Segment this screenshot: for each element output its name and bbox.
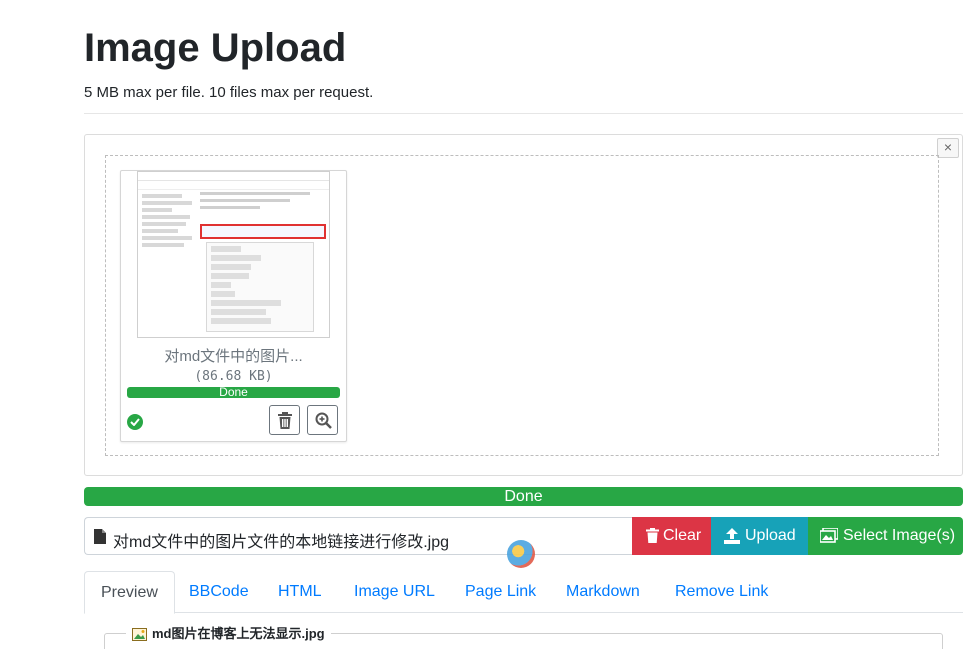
tab-markdown[interactable]: Markdown bbox=[550, 571, 656, 613]
upload-panel: × 对md文件中的图片... (86.68 KB) Done bbox=[84, 134, 963, 476]
clear-button[interactable]: Clear bbox=[632, 517, 711, 555]
divider bbox=[84, 113, 963, 114]
overall-progress-label: Done bbox=[84, 487, 963, 506]
check-circle-icon bbox=[127, 414, 143, 430]
file-size: (86.68 KB) bbox=[194, 369, 273, 384]
zoom-in-icon bbox=[315, 412, 332, 429]
image-thumbnail[interactable] bbox=[137, 171, 330, 338]
close-button[interactable]: × bbox=[937, 138, 959, 158]
image-icon bbox=[132, 628, 147, 642]
tab-page-link[interactable]: Page Link bbox=[449, 571, 552, 613]
file-name: 对md文件中的图片... bbox=[164, 348, 303, 365]
preview-legend: md图片在博客上无法显示.jpg bbox=[126, 624, 331, 644]
preview-filename: md图片在博客上无法显示.jpg bbox=[152, 626, 325, 641]
file-input[interactable]: 对md文件中的图片文件的本地链接进行修改.jpg bbox=[84, 517, 632, 555]
file-input-value: 对md文件中的图片文件的本地链接进行修改.jpg bbox=[113, 534, 450, 551]
dropzone[interactable]: 对md文件中的图片... (86.68 KB) Done bbox=[105, 155, 939, 456]
trash-icon bbox=[646, 528, 659, 543]
page-subtitle: 5 MB max per file. 10 files max per requ… bbox=[84, 84, 374, 101]
page-title: Image Upload bbox=[84, 26, 347, 70]
trash-icon bbox=[278, 412, 292, 429]
upload-button[interactable]: Upload bbox=[711, 517, 808, 555]
file-progress-bar: Done bbox=[127, 387, 340, 398]
loading-spinner-icon bbox=[507, 540, 535, 568]
clear-label: Clear bbox=[663, 527, 702, 544]
delete-file-button[interactable] bbox=[269, 405, 300, 435]
file-preview-card: 对md文件中的图片... (86.68 KB) Done bbox=[120, 170, 347, 442]
file-icon bbox=[94, 529, 106, 544]
overall-progress-bar: Done bbox=[84, 487, 963, 506]
upload-icon bbox=[724, 528, 740, 544]
tab-html[interactable]: HTML bbox=[262, 571, 338, 613]
zoom-preview-button[interactable] bbox=[307, 405, 338, 435]
images-icon bbox=[820, 528, 838, 543]
select-images-button[interactable]: Select Image(s) bbox=[808, 517, 963, 555]
upload-label: Upload bbox=[745, 527, 796, 544]
tab-remove-link[interactable]: Remove Link bbox=[659, 571, 784, 613]
file-progress-label: Done bbox=[127, 387, 340, 398]
tab-image-url[interactable]: Image URL bbox=[338, 571, 451, 613]
select-images-label: Select Image(s) bbox=[843, 527, 956, 544]
tab-bbcode[interactable]: BBCode bbox=[173, 571, 265, 613]
result-tabs: Preview BBCode HTML Image URL Page Link … bbox=[84, 571, 963, 614]
tab-preview[interactable]: Preview bbox=[84, 571, 175, 614]
